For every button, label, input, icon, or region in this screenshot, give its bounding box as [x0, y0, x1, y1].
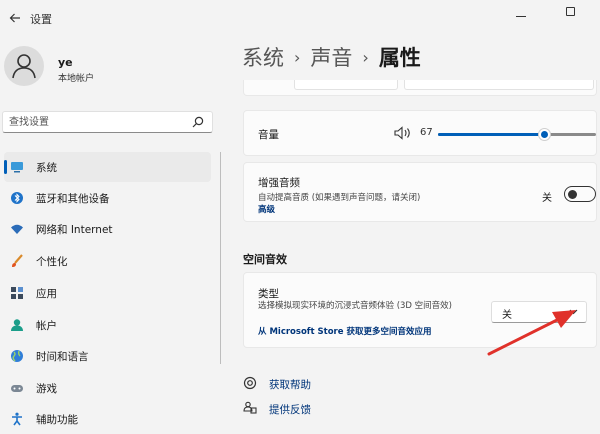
partial-button[interactable] — [404, 80, 594, 90]
bluetooth-icon — [11, 192, 23, 204]
enhance-audio-card: 增强音频 自动提高音质 (如果遇到声音问题，请关闭) 高级 关 — [243, 162, 597, 222]
toggle-knob — [568, 189, 577, 199]
store-link[interactable]: 从 Microsoft Store 获取更多空间音效应用 — [258, 325, 431, 337]
feedback-link[interactable]: 提供反馈 — [269, 402, 311, 417]
sidebar-item-time-language[interactable]: 时间和语言 — [4, 341, 211, 371]
help-icon — [243, 376, 257, 390]
title-bar: 设置 — [0, 0, 600, 36]
sidebar-scrollbar[interactable] — [220, 152, 221, 364]
sidebar-item-label: 游戏 — [36, 383, 57, 395]
gaming-icon — [11, 385, 23, 392]
spatial-type-card: 类型 选择模拟现实环境的沉浸式音频体验 (3D 空间音效) 从 Microsof… — [243, 272, 597, 348]
volume-card: 音量 67 — [243, 110, 597, 156]
advanced-link[interactable]: 高级 — [258, 203, 275, 215]
person-icon — [12, 54, 36, 79]
active-indicator — [4, 160, 7, 174]
spatial-sound-section-title: 空间音效 — [243, 253, 287, 266]
accessibility-icon — [12, 412, 22, 426]
get-help-link[interactable]: 获取帮助 — [269, 377, 311, 392]
sidebar-item-apps[interactable]: 应用 — [4, 278, 211, 308]
breadcrumb-sound[interactable]: 声音 — [310, 46, 352, 70]
account-type: 本地帐户 — [58, 74, 95, 84]
spatial-type-dropdown[interactable]: 关 — [491, 301, 587, 323]
sidebar-item-label: 蓝牙和其他设备 — [36, 193, 110, 205]
wifi-icon — [11, 224, 23, 234]
volume-slider-fill — [438, 133, 544, 136]
sidebar-item-label: 个性化 — [36, 256, 68, 268]
search-input[interactable] — [9, 115, 179, 130]
enhance-audio-toggle[interactable] — [564, 186, 596, 202]
toggle-state-label: 关 — [542, 193, 552, 204]
sidebar-item-bluetooth[interactable]: 蓝牙和其他设备 — [4, 183, 211, 213]
back-arrow-icon — [9, 13, 20, 23]
enhance-audio-title: 增强音频 — [258, 177, 300, 189]
enhance-audio-description: 自动提高音质 (如果遇到声音问题，请关闭) — [258, 193, 421, 203]
sidebar-item-label: 应用 — [36, 288, 57, 300]
user-name: ye — [58, 56, 73, 69]
volume-value: 67 — [420, 127, 433, 138]
spatial-type-description: 选择模拟现实环境的沉浸式音频体验 (3D 空间音效) — [258, 301, 452, 311]
feedback-icon — [243, 401, 257, 414]
sidebar-item-label: 辅助功能 — [36, 414, 78, 426]
volume-slider-thumb[interactable] — [537, 128, 551, 141]
partial-button[interactable] — [294, 80, 398, 90]
app-title: 设置 — [30, 13, 52, 26]
volume-label: 音量 — [258, 129, 279, 141]
sidebar-item-accounts[interactable]: 帐户 — [4, 310, 211, 340]
minimize-button[interactable] — [516, 16, 526, 17]
account-icon — [11, 319, 23, 331]
search-box[interactable] — [2, 111, 213, 133]
sidebar-item-system[interactable]: 系统 — [4, 152, 211, 182]
sidebar-item-label: 时间和语言 — [36, 351, 89, 363]
speaker-icon[interactable] — [394, 126, 412, 140]
avatar[interactable] — [4, 46, 44, 86]
sidebar-item-accessibility[interactable]: 辅助功能 — [4, 404, 211, 434]
back-button[interactable] — [4, 8, 26, 28]
sidebar-item-label: 系统 — [36, 162, 57, 174]
sidebar-item-gaming[interactable]: 游戏 — [4, 373, 211, 403]
breadcrumb: 系统 › 声音 › 属性 — [242, 42, 421, 72]
dropdown-value: 关 — [502, 310, 512, 321]
sidebar-item-label: 帐户 — [36, 320, 57, 332]
breadcrumb-system[interactable]: 系统 — [242, 46, 284, 70]
maximize-button[interactable] — [566, 7, 575, 16]
apps-icon — [11, 287, 23, 299]
breadcrumb-chevron-icon: › — [294, 48, 301, 67]
partial-card — [243, 80, 597, 96]
volume-slider[interactable] — [438, 128, 596, 141]
globe-icon — [11, 350, 23, 362]
page-title: 属性 — [378, 46, 421, 70]
sidebar-item-label: 网络和 Internet — [36, 224, 113, 236]
brush-icon — [12, 254, 23, 267]
system-icon — [11, 162, 23, 173]
sidebar-item-personalization[interactable]: 个性化 — [4, 246, 211, 276]
breadcrumb-chevron-icon: › — [362, 48, 369, 67]
spatial-type-title: 类型 — [258, 288, 279, 300]
chevron-down-icon — [569, 309, 578, 315]
search-icon[interactable] — [192, 116, 204, 128]
sidebar-item-network[interactable]: 网络和 Internet — [4, 214, 211, 244]
